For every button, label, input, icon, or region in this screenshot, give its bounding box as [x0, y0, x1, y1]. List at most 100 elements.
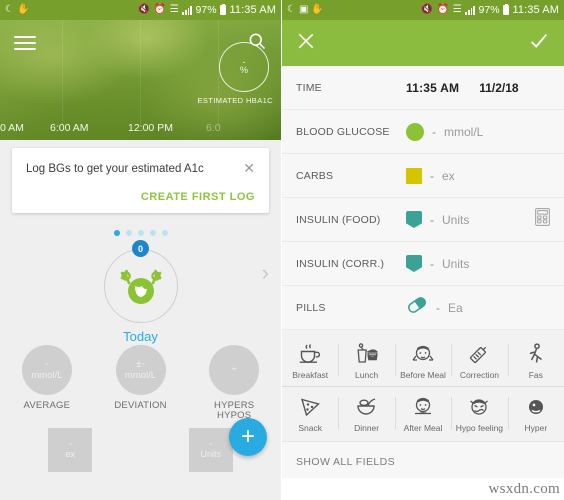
- stat-average-unit: mmol/L: [31, 369, 63, 381]
- blood-glucose-swatch-icon: [406, 122, 424, 141]
- tag-before-meal[interactable]: Before Meal: [394, 334, 451, 386]
- calculator-icon[interactable]: [535, 208, 550, 231]
- syringe-icon: [467, 341, 491, 367]
- stat-deviation-unit: mmol/L: [124, 369, 157, 381]
- stat-average[interactable]: - mmol/L AVERAGE: [0, 345, 94, 421]
- wifi-icon: ☰: [452, 4, 462, 15]
- axis-tick-3: 6:0: [206, 122, 221, 134]
- field-pills[interactable]: PILLS - Ea: [282, 286, 564, 330]
- create-first-log-button[interactable]: CREATE FIRST LOG: [26, 191, 255, 203]
- running-person-icon: [524, 341, 548, 367]
- close-icon[interactable]: [296, 31, 316, 56]
- field-insulin-food-value: -: [430, 212, 434, 227]
- watermark: wsxdn.com: [488, 481, 560, 497]
- tile-insulin-unit: Units: [200, 449, 221, 459]
- pizza-slice-icon: [298, 394, 322, 420]
- bowl-icon: [355, 394, 379, 420]
- left-screen-dashboard: ☾ ✋ 🔇 ⏰ ☰ 97% 11:35 AM - % ESTIMATED HBA…: [0, 0, 282, 500]
- screenshot-root: ☾ ✋ 🔇 ⏰ ☰ 97% 11:35 AM - % ESTIMATED HBA…: [0, 0, 564, 500]
- promo-card: Log BGs to get your estimated A1c ✕ CREA…: [12, 148, 269, 213]
- mute-icon: 🔇: [420, 4, 434, 15]
- day-label: Today: [123, 329, 158, 344]
- alarm-icon: ⏰: [436, 4, 450, 15]
- field-insulin-corr[interactable]: INSULIN (CORR.) - Units: [282, 242, 564, 286]
- battery-icon: [220, 3, 227, 15]
- stat-hypers-symbol: ÷: [231, 364, 237, 375]
- field-pills-value: -: [436, 300, 440, 315]
- stat-average-label: AVERAGE: [23, 400, 71, 411]
- app-icon: ✋: [311, 4, 324, 15]
- chevron-right-icon[interactable]: ›: [262, 262, 269, 284]
- field-carbs[interactable]: CARBS - ex: [282, 154, 564, 198]
- field-pills-unit: Ea: [448, 300, 463, 315]
- field-time-label: TIME: [296, 81, 322, 94]
- field-carbs-unit: ex: [442, 168, 455, 183]
- plus-icon: +: [240, 423, 255, 450]
- stat-deviation-symbol: ±-: [136, 358, 145, 370]
- field-time[interactable]: TIME 11:35 AM 11/2/18: [282, 66, 564, 110]
- add-log-fab[interactable]: +: [229, 418, 267, 456]
- log-count-badge: 0: [132, 240, 149, 257]
- moon-icon: ☾: [5, 4, 14, 15]
- status-bar-right-icons: 🔇 ⏰ ☰ 97% 11:35 AM: [137, 3, 276, 16]
- tag-before-meal-label: Before Meal: [400, 370, 446, 380]
- show-all-fields-button[interactable]: SHOW ALL FIELDS: [282, 441, 564, 478]
- field-insulin-corr-value: -: [430, 256, 434, 271]
- tile-carbs-unit: ex: [65, 449, 75, 459]
- hba1c-unit: %: [239, 65, 248, 75]
- stat-hypers-hypos[interactable]: ÷ HYPERS HYPOS: [187, 345, 281, 421]
- tag-correction[interactable]: Correction: [451, 334, 507, 386]
- alarm-icon: ⏰: [153, 4, 167, 15]
- face-hypo-icon: [467, 394, 491, 420]
- carbs-swatch-icon: [406, 167, 422, 184]
- tag-hypo-feeling-label: Hypo feeling: [455, 423, 504, 433]
- stat-deviation-label: DEVIATION: [114, 400, 167, 411]
- day-carousel: 0 Today: [0, 230, 281, 344]
- tag-dinner-label: Dinner: [354, 423, 380, 433]
- tag-hyper-feeling[interactable]: Hyper: [507, 387, 564, 439]
- hamburger-icon[interactable]: [14, 36, 36, 50]
- face-hyper-icon: [524, 394, 548, 420]
- status-bar-right: ☾ ▣ ✋ 🔇 ⏰ ☰ 97% 11:35 AM: [282, 0, 564, 20]
- field-blood-glucose[interactable]: BLOOD GLUCOSE - mmol/L: [282, 110, 564, 154]
- status-bar-right-left-icons: ☾ ▣ ✋: [287, 5, 324, 15]
- tag-dinner[interactable]: Dinner: [338, 387, 394, 439]
- tag-snack[interactable]: Snack: [282, 387, 338, 439]
- insulin-pen-swatch-icon: [406, 255, 422, 272]
- avatar[interactable]: [103, 249, 178, 323]
- tag-lunch-label: Lunch: [355, 370, 379, 380]
- field-blood-glucose-unit: mmol/L: [444, 124, 484, 139]
- tag-after-meal[interactable]: After Meal: [394, 387, 451, 439]
- field-insulin-food[interactable]: INSULIN (FOOD) - Units: [282, 198, 564, 242]
- monster-avatar-icon: [120, 269, 161, 304]
- status-bar-left: ☾ ✋ 🔇 ⏰ ☰ 97% 11:35 AM: [0, 0, 281, 20]
- stat-deviation[interactable]: ±- mmol/L DEVIATION: [94, 345, 188, 421]
- estimated-hba1c-label: ESTIMATED HBA1C: [197, 96, 273, 105]
- log-form: TIME 11:35 AM 11/2/18 BLOOD GLUCOSE - mm…: [282, 66, 564, 330]
- field-insulin-corr-unit: Units: [442, 256, 470, 271]
- tag-breakfast[interactable]: Breakfast: [282, 334, 338, 386]
- axis-tick-2: 12:00 PM: [128, 122, 173, 134]
- promo-card-message: Log BGs to get your estimated A1c: [26, 163, 204, 175]
- signal-icon: [465, 5, 476, 15]
- tag-correction-label: Correction: [459, 370, 500, 380]
- tile-insulin[interactable]: - Units: [188, 428, 233, 472]
- stat-hypers-label: HYPERS HYPOS: [214, 400, 255, 421]
- edit-log-topbar: [282, 20, 564, 66]
- tag-hypo-feeling[interactable]: Hypo feeling: [451, 387, 507, 439]
- status-bar-clock: 11:35 AM: [512, 4, 559, 16]
- tag-grid: Breakfast Lunch Before Meal Correction F…: [282, 330, 564, 441]
- tag-fasting[interactable]: Fas: [507, 334, 564, 386]
- tag-lunch[interactable]: Lunch: [338, 334, 394, 386]
- tile-carbs[interactable]: - ex: [48, 428, 93, 472]
- field-pills-label: PILLS: [296, 301, 326, 314]
- mute-icon: 🔇: [137, 4, 151, 15]
- moon-icon: ☾: [287, 4, 296, 15]
- field-insulin-food-label: INSULIN (FOOD): [296, 213, 381, 226]
- check-icon[interactable]: [528, 30, 550, 57]
- insulin-pen-swatch-icon: [406, 211, 422, 228]
- pill-icon: [406, 296, 428, 319]
- app-icon: ✋: [16, 4, 30, 15]
- close-icon[interactable]: ✕: [237, 161, 255, 175]
- estimated-hba1c-circle[interactable]: - %: [219, 42, 269, 92]
